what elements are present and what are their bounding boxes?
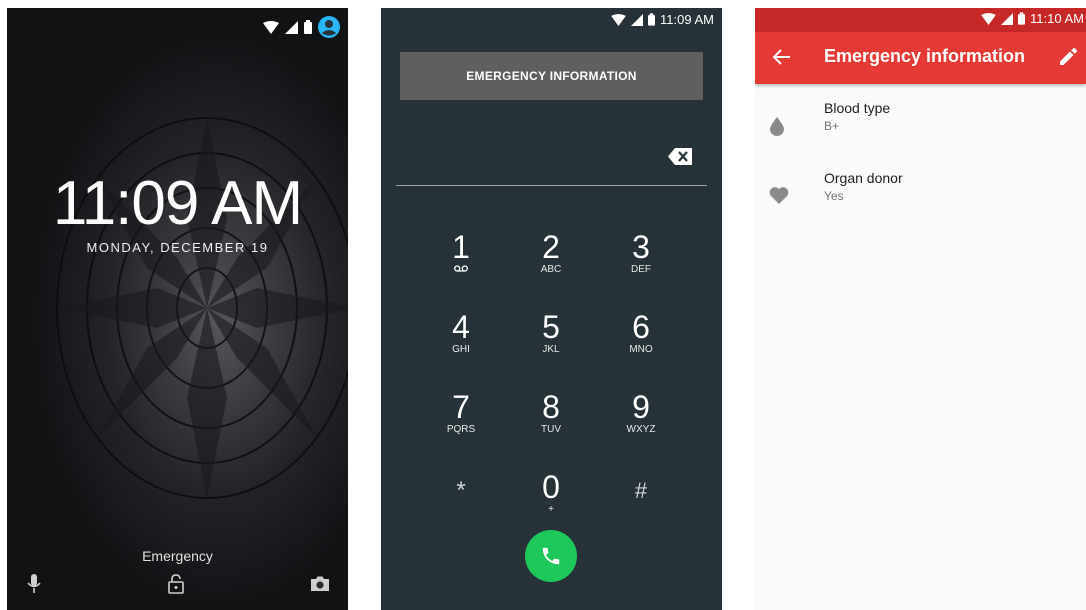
key-2[interactable]: 2 ABC xyxy=(506,230,596,292)
key-digit: 2 xyxy=(542,229,560,265)
wifi-icon xyxy=(981,12,996,25)
key-letters: PQRS xyxy=(446,424,476,435)
lock-clock: 11:09 AM xyxy=(52,169,303,238)
emergency-dialer: 11:09 AM EMERGENCY INFORMATION 1 2 ABC 3… xyxy=(381,8,722,610)
key-hash[interactable]: # xyxy=(596,474,686,536)
status-bar: 11:09 AM xyxy=(611,12,714,27)
key-letters: + xyxy=(548,504,554,515)
battery-icon xyxy=(304,20,312,34)
key-star[interactable]: * xyxy=(416,474,506,536)
status-time: 11:09 AM xyxy=(660,12,714,27)
key-7[interactable]: 7 PQRS xyxy=(416,390,506,452)
lock-screen: 11:09 AM MONDAY, DECEMBER 19 Emergency xyxy=(7,8,348,610)
battery-icon xyxy=(648,13,656,26)
key-digit: 0 xyxy=(542,469,560,505)
battery-icon xyxy=(1018,12,1026,25)
key-9[interactable]: 9 WXYZ xyxy=(596,390,686,452)
user-avatar-icon[interactable] xyxy=(318,16,340,38)
key-digit: 7 xyxy=(452,389,470,425)
status-bar xyxy=(263,16,340,38)
lock-date: MONDAY, DECEMBER 19 xyxy=(86,240,269,255)
key-4[interactable]: 4 GHI xyxy=(416,310,506,372)
key-letters: WXYZ xyxy=(626,424,656,435)
microphone-icon[interactable] xyxy=(27,574,41,594)
item-value: B+ xyxy=(824,119,840,133)
camera-icon[interactable] xyxy=(311,576,329,591)
key-1[interactable]: 1 xyxy=(416,230,506,292)
key-digit: 8 xyxy=(542,389,560,425)
backspace-icon[interactable] xyxy=(668,148,692,165)
key-3[interactable]: 3 DEF xyxy=(596,230,686,292)
number-input-underline xyxy=(396,185,707,186)
unlock-icon[interactable] xyxy=(168,574,184,594)
blood-drop-icon xyxy=(770,117,784,136)
item-title: Blood type xyxy=(824,100,891,116)
cell-signal-icon xyxy=(285,20,298,34)
wifi-icon xyxy=(263,20,279,34)
key-letters: JKL xyxy=(542,344,560,355)
key-digit: 5 xyxy=(542,309,560,345)
wallpaper-flower xyxy=(56,117,348,499)
emergency-information-button[interactable]: EMERGENCY INFORMATION xyxy=(400,52,703,100)
key-0[interactable]: 0 + xyxy=(506,470,596,532)
key-digit: * xyxy=(456,477,466,504)
cell-signal-icon xyxy=(1001,12,1014,25)
voicemail-icon xyxy=(454,265,468,272)
status-time: 11:10 AM xyxy=(1030,11,1084,26)
call-button[interactable] xyxy=(525,530,577,582)
page-title: Emergency information xyxy=(824,46,1026,66)
key-digit: 1 xyxy=(452,229,470,265)
back-arrow-icon[interactable] xyxy=(773,48,791,66)
item-title: Organ donor xyxy=(824,170,903,186)
key-5[interactable]: 5 JKL xyxy=(506,310,596,372)
key-digit: 9 xyxy=(632,389,650,425)
key-digit: 4 xyxy=(452,309,470,345)
edit-pencil-icon[interactable] xyxy=(1058,47,1078,67)
cell-signal-icon xyxy=(631,13,644,26)
organ-donor-item[interactable]: Organ donor Yes xyxy=(755,170,1086,230)
item-value: Yes xyxy=(824,189,844,203)
key-letters: MNO xyxy=(629,344,653,355)
key-letters: ABC xyxy=(540,264,562,275)
app-bar: Emergency information xyxy=(755,32,1086,84)
heart-icon xyxy=(769,187,789,204)
phone-icon xyxy=(542,547,560,565)
key-digit: 3 xyxy=(632,229,650,265)
blood-type-item[interactable]: Blood type B+ xyxy=(755,100,1086,160)
key-letters: GHI xyxy=(452,344,470,355)
key-8[interactable]: 8 TUV xyxy=(506,390,596,452)
wifi-icon xyxy=(611,13,626,26)
key-letters: DEF xyxy=(631,264,651,275)
status-bar: 11:10 AM xyxy=(755,8,1086,32)
emergency-button[interactable]: Emergency xyxy=(7,548,348,564)
key-digit: # xyxy=(634,478,648,503)
key-digit: 6 xyxy=(632,309,650,345)
key-letters: TUV xyxy=(541,424,561,435)
emergency-info-screen: 11:10 AM Emergency information Blood typ… xyxy=(755,8,1086,610)
key-6[interactable]: 6 MNO xyxy=(596,310,686,372)
